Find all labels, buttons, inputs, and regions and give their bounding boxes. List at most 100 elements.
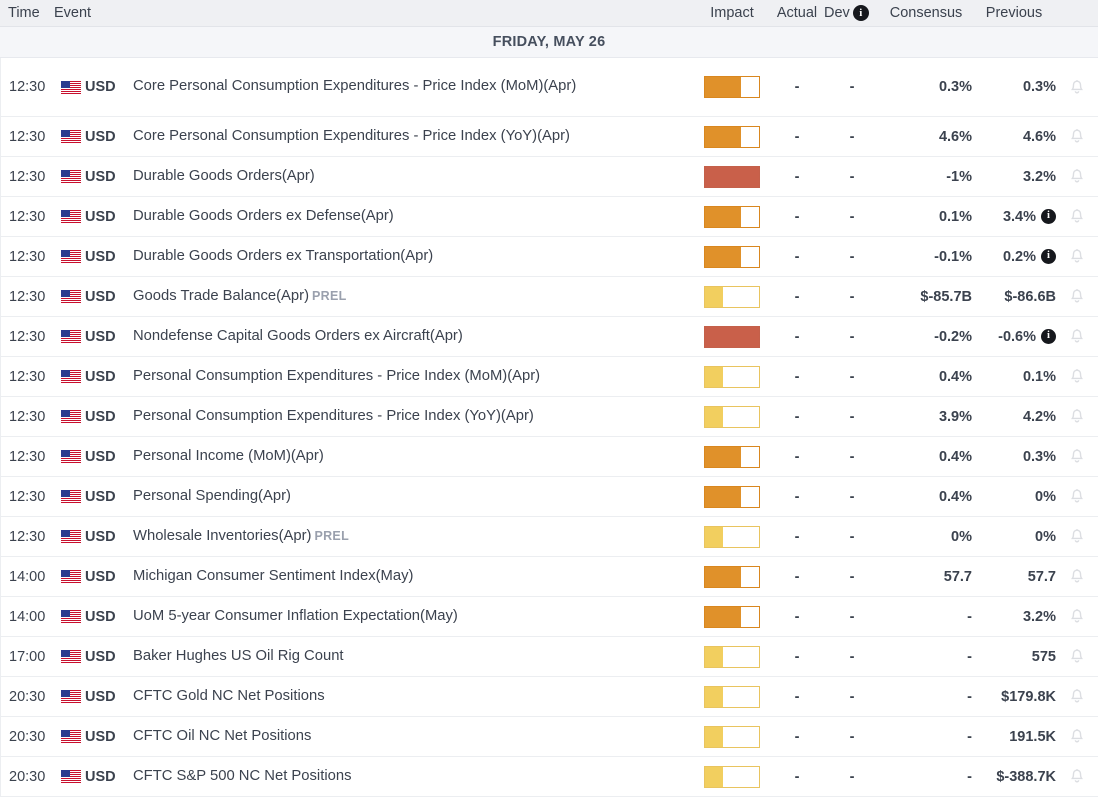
calendar-event-row[interactable]: 12:30 USD Core Personal Consumption Expend… bbox=[0, 117, 1098, 157]
impact-bar-fill bbox=[705, 166, 759, 187]
column-header-event[interactable]: Event bbox=[54, 5, 694, 21]
event-name[interactable]: Wholesale Inventories(Apr) PREL bbox=[133, 527, 694, 547]
bell-icon[interactable] bbox=[1069, 208, 1085, 225]
bell-icon[interactable] bbox=[1069, 568, 1085, 585]
info-icon[interactable]: i bbox=[852, 5, 869, 21]
calendar-event-row[interactable]: 14:00 USD UoM 5-year Consumer Inflation Ex… bbox=[0, 597, 1098, 637]
bell-icon[interactable] bbox=[1069, 728, 1085, 745]
column-header-time[interactable]: Time bbox=[0, 5, 54, 21]
event-alert-button[interactable] bbox=[1056, 768, 1098, 785]
event-alert-button[interactable] bbox=[1056, 488, 1098, 505]
event-name[interactable]: Personal Consumption Expenditures - Pric… bbox=[133, 367, 694, 387]
event-alert-button[interactable] bbox=[1056, 328, 1098, 345]
event-alert-button[interactable] bbox=[1056, 248, 1098, 265]
calendar-event-row[interactable]: 12:30 USD Goods Trade Balance(Apr) PREL - - $-… bbox=[0, 277, 1098, 317]
event-time: 12:30 bbox=[9, 448, 46, 465]
event-alert-button[interactable] bbox=[1056, 168, 1098, 185]
calendar-event-row[interactable]: 14:00 USD Michigan Consumer Sentiment Inde… bbox=[0, 557, 1098, 597]
event-previous: 575 bbox=[972, 649, 1056, 665]
event-alert-button[interactable] bbox=[1056, 288, 1098, 305]
bell-icon[interactable] bbox=[1069, 528, 1085, 545]
calendar-event-row[interactable]: 12:30 USD Durable Goods Orders ex Defense(… bbox=[0, 197, 1098, 237]
bell-icon[interactable] bbox=[1069, 488, 1085, 505]
event-alert-button[interactable] bbox=[1056, 568, 1098, 585]
event-alert-button[interactable] bbox=[1056, 648, 1098, 665]
event-time: 14:00 bbox=[9, 608, 46, 625]
event-alert-button[interactable] bbox=[1056, 79, 1098, 96]
calendar-event-row[interactable]: 12:30 USD Core Personal Consumption Expend… bbox=[0, 58, 1098, 117]
bell-icon[interactable] bbox=[1069, 79, 1085, 96]
event-actual: - bbox=[794, 768, 800, 785]
calendar-event-row[interactable]: 12:30 USD Wholesale Inventories(Apr) PREL - -… bbox=[0, 517, 1098, 557]
bell-icon[interactable] bbox=[1069, 328, 1085, 345]
column-header-dev[interactable]: Dev i bbox=[824, 5, 880, 21]
event-alert-button[interactable] bbox=[1056, 368, 1098, 385]
event-name[interactable]: Baker Hughes US Oil Rig Count bbox=[133, 647, 694, 667]
us-flag-icon bbox=[61, 730, 81, 743]
event-name[interactable]: Personal Spending(Apr) bbox=[133, 487, 694, 507]
event-alert-button[interactable] bbox=[1056, 208, 1098, 225]
column-header-actual[interactable]: Actual bbox=[770, 5, 824, 21]
event-impact bbox=[694, 205, 770, 228]
bell-icon[interactable] bbox=[1069, 368, 1085, 385]
calendar-event-row[interactable]: 12:30 USD Personal Consumption Expenditure… bbox=[0, 397, 1098, 437]
calendar-event-row[interactable]: 12:30 USD Durable Goods Orders ex Transpor… bbox=[0, 237, 1098, 277]
bell-icon[interactable] bbox=[1069, 168, 1085, 185]
event-name[interactable]: UoM 5-year Consumer Inflation Expectatio… bbox=[133, 607, 694, 627]
event-name[interactable]: Durable Goods Orders ex Transportation(A… bbox=[133, 247, 694, 267]
bell-icon[interactable] bbox=[1069, 248, 1085, 265]
event-name[interactable]: Personal Consumption Expenditures - Pric… bbox=[133, 407, 694, 427]
event-name[interactable]: Core Personal Consumption Expenditures -… bbox=[133, 77, 694, 97]
event-name[interactable]: Personal Income (MoM)(Apr) bbox=[133, 447, 694, 467]
event-name[interactable]: CFTC S&P 500 NC Net Positions bbox=[133, 767, 694, 787]
event-time: 12:30 bbox=[9, 248, 46, 265]
calendar-event-row[interactable]: 20:30 USD CFTC S&P 500 NC Net Positions - - -… bbox=[0, 757, 1098, 797]
event-alert-button[interactable] bbox=[1056, 128, 1098, 145]
bell-icon[interactable] bbox=[1069, 288, 1085, 305]
calendar-event-row[interactable]: 12:30 USD Personal Income (MoM)(Apr) - - 0.4%… bbox=[0, 437, 1098, 477]
bell-icon[interactable] bbox=[1069, 648, 1085, 665]
calendar-event-row[interactable]: 20:30 USD CFTC Oil NC Net Positions - - - 191.… bbox=[0, 717, 1098, 757]
currency-code: USD bbox=[85, 128, 116, 145]
bell-icon[interactable] bbox=[1069, 408, 1085, 425]
calendar-event-row[interactable]: 17:00 USD Baker Hughes US Oil Rig Count - - -… bbox=[0, 637, 1098, 677]
us-flag-icon bbox=[61, 690, 81, 703]
event-name[interactable]: Core Personal Consumption Expenditures -… bbox=[133, 127, 694, 147]
event-name[interactable]: CFTC Gold NC Net Positions bbox=[133, 687, 694, 707]
event-time: 14:00 bbox=[9, 568, 46, 585]
bell-icon[interactable] bbox=[1069, 688, 1085, 705]
bell-icon[interactable] bbox=[1069, 608, 1085, 625]
event-name[interactable]: Durable Goods Orders ex Defense(Apr) bbox=[133, 207, 694, 227]
event-alert-button[interactable] bbox=[1056, 688, 1098, 705]
event-name[interactable]: Michigan Consumer Sentiment Index(May) bbox=[133, 567, 694, 587]
calendar-event-row[interactable]: 12:30 USD Personal Spending(Apr) - - 0.4% 0% bbox=[0, 477, 1098, 517]
revision-info-icon[interactable]: i bbox=[1041, 249, 1056, 264]
event-name[interactable]: Nondefense Capital Goods Orders ex Aircr… bbox=[133, 327, 694, 347]
event-alert-button[interactable] bbox=[1056, 608, 1098, 625]
column-header-previous[interactable]: Previous bbox=[972, 5, 1056, 21]
event-name[interactable]: Goods Trade Balance(Apr) PREL bbox=[133, 287, 694, 307]
event-impact bbox=[694, 645, 770, 668]
calendar-event-row[interactable]: 20:30 USD CFTC Gold NC Net Positions - - - $17… bbox=[0, 677, 1098, 717]
bell-icon[interactable] bbox=[1069, 128, 1085, 145]
event-name[interactable]: CFTC Oil NC Net Positions bbox=[133, 727, 694, 747]
revision-info-icon[interactable]: i bbox=[1041, 209, 1056, 224]
calendar-event-row[interactable]: 12:30 USD Nondefense Capital Goods Orders … bbox=[0, 317, 1098, 357]
calendar-event-row[interactable]: 12:30 USD Durable Goods Orders(Apr) - - -1% 3.… bbox=[0, 157, 1098, 197]
revision-info-icon[interactable]: i bbox=[1041, 329, 1056, 344]
bell-icon[interactable] bbox=[1069, 768, 1085, 785]
event-alert-button[interactable] bbox=[1056, 728, 1098, 745]
column-header-impact[interactable]: Impact bbox=[694, 5, 770, 21]
us-flag-icon bbox=[61, 290, 81, 303]
calendar-event-row[interactable]: 12:30 USD Personal Consumption Expenditure… bbox=[0, 357, 1098, 397]
event-alert-button[interactable] bbox=[1056, 448, 1098, 465]
event-actual: - bbox=[794, 568, 800, 585]
event-previous: 57.7 bbox=[972, 569, 1056, 585]
event-name[interactable]: Durable Goods Orders(Apr) bbox=[133, 167, 694, 187]
currency-code: USD bbox=[85, 728, 116, 745]
event-alert-button[interactable] bbox=[1056, 528, 1098, 545]
column-header-consensus[interactable]: Consensus bbox=[880, 5, 972, 21]
currency-code: USD bbox=[85, 448, 116, 465]
event-alert-button[interactable] bbox=[1056, 408, 1098, 425]
bell-icon[interactable] bbox=[1069, 448, 1085, 465]
